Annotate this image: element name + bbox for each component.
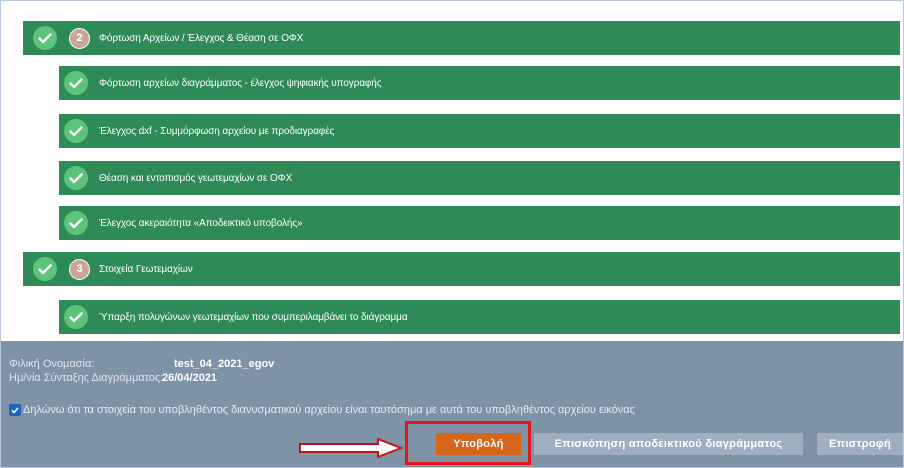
step-item-label: Έλεγχος ακεραιότητα «Αποδεικτικό υποβολή… xyxy=(99,217,303,229)
step-item-label: Φόρτωση αρχείων διαγράμματος - έλεγχος ψ… xyxy=(99,77,382,89)
step-item-view-parcels[interactable]: Θέαση και εντοπισμός γεωτεμαχίων σε ΟΦΧ xyxy=(59,161,900,195)
step-item-label: Θέαση και εντοπισμός γεωτεμαχίων σε ΟΦΧ xyxy=(99,172,293,184)
step-item-label: Ύπαρξη πολυγώνων γεωτεμαχίων που συμπερι… xyxy=(99,311,408,323)
step-2-header[interactable]: 2 Φόρτωση Αρχείων / Έλεγχος & Θέαση σε Ο… xyxy=(23,21,900,55)
check-icon xyxy=(64,305,88,329)
step-3-title: Στοιχεία Γεωτεμαχίων xyxy=(99,263,193,275)
check-icon xyxy=(33,257,57,281)
annotation-highlight-box xyxy=(405,421,531,465)
check-icon xyxy=(33,26,57,50)
step-item-dxf-check[interactable]: Έλεγχος dxf - Συμμόρφωση αρχείου με προδ… xyxy=(59,114,900,148)
check-icon xyxy=(64,71,88,95)
step-2-title: Φόρτωση Αρχείων / Έλεγχος & Θέαση σε ΟΦΧ xyxy=(99,32,304,44)
step-number-badge: 2 xyxy=(69,27,90,49)
step-item-label: Έλεγχος dxf - Συμμόρφωση αρχείου με προδ… xyxy=(99,125,335,137)
step-item-parcel-polygons[interactable]: Ύπαρξη πολυγώνων γεωτεμαχίων που συμπερι… xyxy=(59,300,900,334)
friendly-name-row: Φιλική Ονομασία: test_04_2021_egov xyxy=(9,358,274,370)
friendly-name-label: Φιλική Ονομασία: xyxy=(9,358,95,370)
check-icon xyxy=(64,166,88,190)
step-item-upload-files[interactable]: Φόρτωση αρχείων διαγράμματος - έλεγχος ψ… xyxy=(59,66,900,100)
check-icon xyxy=(64,211,88,235)
step-3-header[interactable]: 3 Στοιχεία Γεωτεμαχίων xyxy=(23,252,900,286)
workflow-panel: 2 Φόρτωση Αρχείων / Έλεγχος & Θέαση σε Ο… xyxy=(0,0,904,468)
date-row: Ημ/νία Σύνταξης Διαγράμματος: 26/04/2021 xyxy=(9,372,217,384)
back-button[interactable]: Επιστροφή xyxy=(817,433,903,455)
step-item-integrity-check[interactable]: Έλεγχος ακεραιότητα «Αποδεικτικό υποβολή… xyxy=(59,206,900,240)
date-label: Ημ/νία Σύνταξης Διαγράμματος: xyxy=(9,372,164,384)
declaration-row[interactable]: Δηλώνω ότι τα στοιχεία του υποβληθέντος … xyxy=(9,404,635,416)
preview-certificate-button[interactable]: Επισκόπηση αποδεικτικού διαγράμματος xyxy=(534,433,803,455)
step-number-badge: 3 xyxy=(69,258,90,280)
declaration-checkbox[interactable] xyxy=(9,404,21,416)
annotation-arrow-icon xyxy=(299,437,404,459)
date-value: 26/04/2021 xyxy=(162,372,218,384)
friendly-name-value: test_04_2021_egov xyxy=(174,358,275,370)
check-icon xyxy=(64,119,88,143)
declaration-text: Δηλώνω ότι τα στοιχεία του υποβληθέντος … xyxy=(23,404,635,416)
